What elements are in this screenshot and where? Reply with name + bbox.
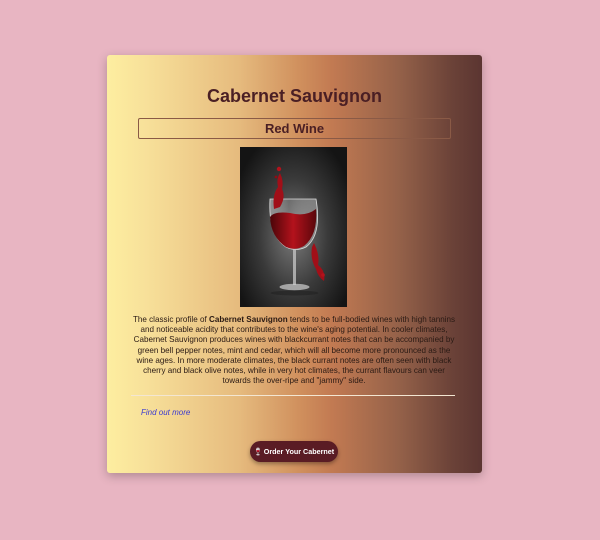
wine-type-heading: Red Wine <box>138 118 451 139</box>
description-wine-name: Cabernet Sauvignon <box>208 315 288 324</box>
wine-description: The classic profile of Cabernet Sauvigno… <box>131 315 457 386</box>
description-prefix: The classic profile of <box>132 315 209 324</box>
wine-glass-image <box>240 147 347 307</box>
wine-glass-icon: 🍷 <box>253 447 263 456</box>
order-button-label: Order Your Cabernet <box>263 447 335 456</box>
divider <box>131 395 455 396</box>
find-out-more-link[interactable]: Find out more <box>141 408 190 417</box>
page-title: Cabernet Sauvignon <box>206 86 383 106</box>
order-button[interactable]: 🍷Order Your Cabernet <box>250 441 338 462</box>
wine-card: Cabernet Sauvignon Red Wine The classic … <box>107 55 482 473</box>
description-suffix: tends to be full-bodied wines with high … <box>133 315 456 386</box>
